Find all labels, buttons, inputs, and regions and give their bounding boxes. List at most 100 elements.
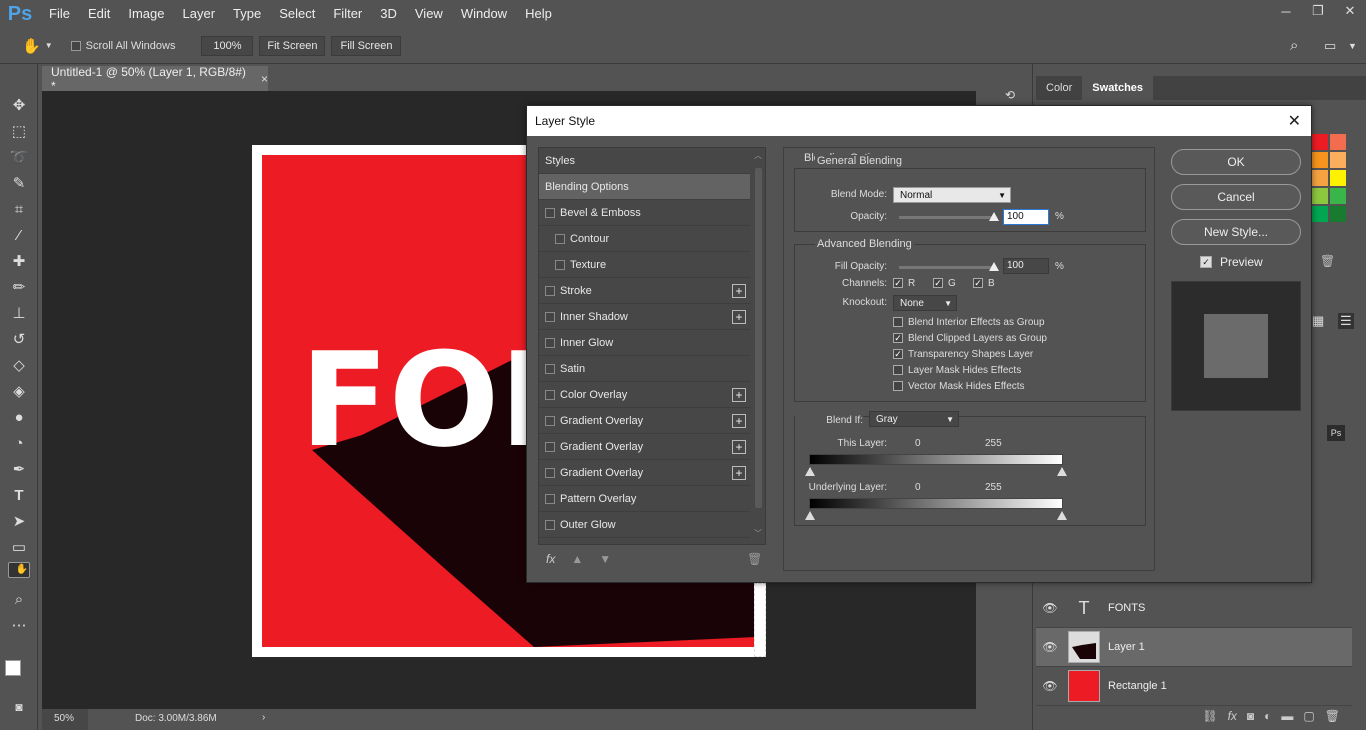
- zoom-tool-icon[interactable]: ⌕: [8, 588, 30, 610]
- search-icon[interactable]: ⌕: [1290, 37, 1298, 54]
- tab-swatches[interactable]: Swatches: [1082, 76, 1154, 100]
- swatch[interactable]: [1312, 206, 1328, 222]
- blend-if-select[interactable]: Gray ▼: [869, 411, 959, 427]
- scroll-down-icon[interactable]: ﹀: [754, 528, 762, 539]
- more-tools-icon[interactable]: ⋯: [8, 614, 30, 636]
- swatch[interactable]: [1330, 206, 1346, 222]
- cancel-button[interactable]: Cancel: [1171, 184, 1301, 210]
- close-icon[interactable]: ✕: [1288, 111, 1301, 131]
- path-select-tool-icon[interactable]: ➤: [8, 510, 30, 532]
- channel-g-checkbox[interactable]: ✓: [933, 278, 943, 288]
- eye-icon[interactable]: 👁: [1036, 640, 1064, 654]
- preview-checkbox[interactable]: ✓: [1200, 256, 1212, 268]
- list-view-icon[interactable]: ☰: [1338, 313, 1354, 329]
- swatch[interactable]: [1330, 134, 1346, 150]
- fill-opacity-slider[interactable]: [899, 266, 995, 269]
- adjustment-icon[interactable]: ◐: [1264, 709, 1271, 723]
- style-row[interactable]: Bevel & Emboss: [539, 200, 750, 226]
- style-checkbox[interactable]: [555, 233, 565, 244]
- swatch[interactable]: [1312, 152, 1328, 168]
- workspace-icon[interactable]: ▭: [1324, 38, 1336, 54]
- new-style-button[interactable]: New Style...: [1171, 219, 1301, 245]
- opacity-input[interactable]: 100: [1003, 209, 1049, 225]
- style-checkbox[interactable]: [555, 259, 565, 270]
- eraser-tool-icon[interactable]: ◇: [8, 354, 30, 376]
- grid-view-icon[interactable]: ▦: [1312, 313, 1324, 329]
- style-row[interactable]: Pattern Overlay: [539, 486, 750, 512]
- add-effect-icon[interactable]: +: [732, 440, 746, 454]
- type-tool-icon[interactable]: T: [8, 484, 30, 506]
- chevron-down-icon[interactable]: ▼: [45, 41, 53, 50]
- rectangle-tool-icon[interactable]: ▭: [8, 536, 30, 558]
- new-layer-icon[interactable]: ▢: [1303, 709, 1314, 723]
- menu-image[interactable]: Image: [119, 0, 173, 28]
- style-row[interactable]: Texture: [539, 252, 750, 278]
- menu-type[interactable]: Type: [224, 0, 270, 28]
- mask-icon[interactable]: ◙: [1247, 709, 1254, 723]
- trash-icon[interactable]: 🗑: [1325, 709, 1340, 723]
- style-row[interactable]: Inner Glow: [539, 330, 750, 356]
- scroll-all-windows-checkbox[interactable]: Scroll All Windows: [70, 40, 175, 52]
- add-effect-icon[interactable]: +: [732, 388, 746, 402]
- this-layer-white-thumb[interactable]: [1057, 467, 1067, 476]
- this-layer-gradient[interactable]: [809, 454, 1063, 465]
- chevron-right-icon[interactable]: ›: [262, 712, 265, 723]
- minimize-icon[interactable]: ─: [1270, 0, 1302, 22]
- add-effect-icon[interactable]: +: [732, 414, 746, 428]
- swatch[interactable]: [1312, 188, 1328, 204]
- layer-row-fonts[interactable]: 👁 T FONTS: [1036, 589, 1352, 628]
- pen-tool-icon[interactable]: ✒: [8, 458, 30, 480]
- swatch[interactable]: [1312, 170, 1328, 186]
- style-checkbox[interactable]: [545, 415, 555, 426]
- menu-layer[interactable]: Layer: [174, 0, 225, 28]
- zoom-field[interactable]: 100%: [201, 35, 254, 56]
- blend-option-checkbox[interactable]: [893, 381, 903, 391]
- close-icon[interactable]: ✕: [1334, 0, 1366, 22]
- restore-icon[interactable]: ❐: [1302, 0, 1334, 22]
- scrollbar-thumb[interactable]: [755, 168, 762, 508]
- this-layer-black-thumb[interactable]: [805, 467, 815, 476]
- blur-tool-icon[interactable]: ●: [8, 406, 30, 428]
- style-checkbox[interactable]: [545, 389, 555, 400]
- blend-mode-select[interactable]: Normal ▼: [893, 187, 1011, 203]
- hand-tool-icon[interactable]: ✋: [22, 37, 41, 55]
- style-checkbox[interactable]: [545, 493, 555, 504]
- add-effect-icon[interactable]: +: [732, 310, 746, 324]
- style-row[interactable]: Inner Shadow +: [539, 304, 750, 330]
- fill-screen-button[interactable]: Fill Screen: [331, 35, 402, 56]
- underlying-layer-black-thumb[interactable]: [805, 511, 815, 520]
- style-row[interactable]: Gradient Overlay +: [539, 434, 750, 460]
- opacity-slider-thumb[interactable]: [989, 212, 999, 221]
- style-checkbox[interactable]: [545, 337, 555, 348]
- history-brush-tool-icon[interactable]: ↺: [8, 328, 30, 350]
- eye-icon[interactable]: 👁: [1036, 679, 1064, 693]
- channel-b-checkbox[interactable]: ✓: [973, 278, 983, 288]
- foreground-color-swatch[interactable]: [5, 660, 21, 676]
- ok-button[interactable]: OK: [1171, 149, 1301, 175]
- menu-edit[interactable]: Edit: [79, 0, 119, 28]
- lasso-tool-icon[interactable]: ➰: [8, 146, 30, 168]
- style-checkbox[interactable]: [545, 363, 555, 374]
- menu-3d[interactable]: 3D: [371, 0, 406, 28]
- style-row[interactable]: Gradient Overlay +: [539, 408, 750, 434]
- quick-select-tool-icon[interactable]: ✎: [8, 172, 30, 194]
- underlying-layer-white-thumb[interactable]: [1057, 511, 1067, 520]
- style-checkbox[interactable]: [545, 519, 555, 530]
- marquee-tool-icon[interactable]: ⬚: [8, 120, 30, 142]
- menu-help[interactable]: Help: [516, 0, 561, 28]
- brush-tool-icon[interactable]: ✏: [8, 276, 30, 298]
- style-row[interactable]: Color Overlay +: [539, 382, 750, 408]
- link-icon[interactable]: ⛓: [1202, 709, 1217, 723]
- scroll-up-icon[interactable]: ︿: [754, 150, 762, 161]
- document-tab[interactable]: Untitled-1 @ 50% (Layer 1, RGB/8#) * ×: [42, 65, 268, 93]
- menu-window[interactable]: Window: [452, 0, 516, 28]
- opacity-slider[interactable]: [899, 216, 995, 219]
- add-effect-icon[interactable]: +: [732, 284, 746, 298]
- style-row[interactable]: Blending Options: [539, 174, 750, 200]
- eyedropper-tool-icon[interactable]: ⁄: [8, 224, 30, 246]
- blend-option-checkbox[interactable]: ✓: [893, 333, 903, 343]
- underlying-layer-gradient[interactable]: [809, 498, 1063, 509]
- blend-option-checkbox[interactable]: [893, 317, 903, 327]
- stamp-tool-icon[interactable]: ⊥: [8, 302, 30, 324]
- eye-icon[interactable]: 👁: [1036, 601, 1064, 615]
